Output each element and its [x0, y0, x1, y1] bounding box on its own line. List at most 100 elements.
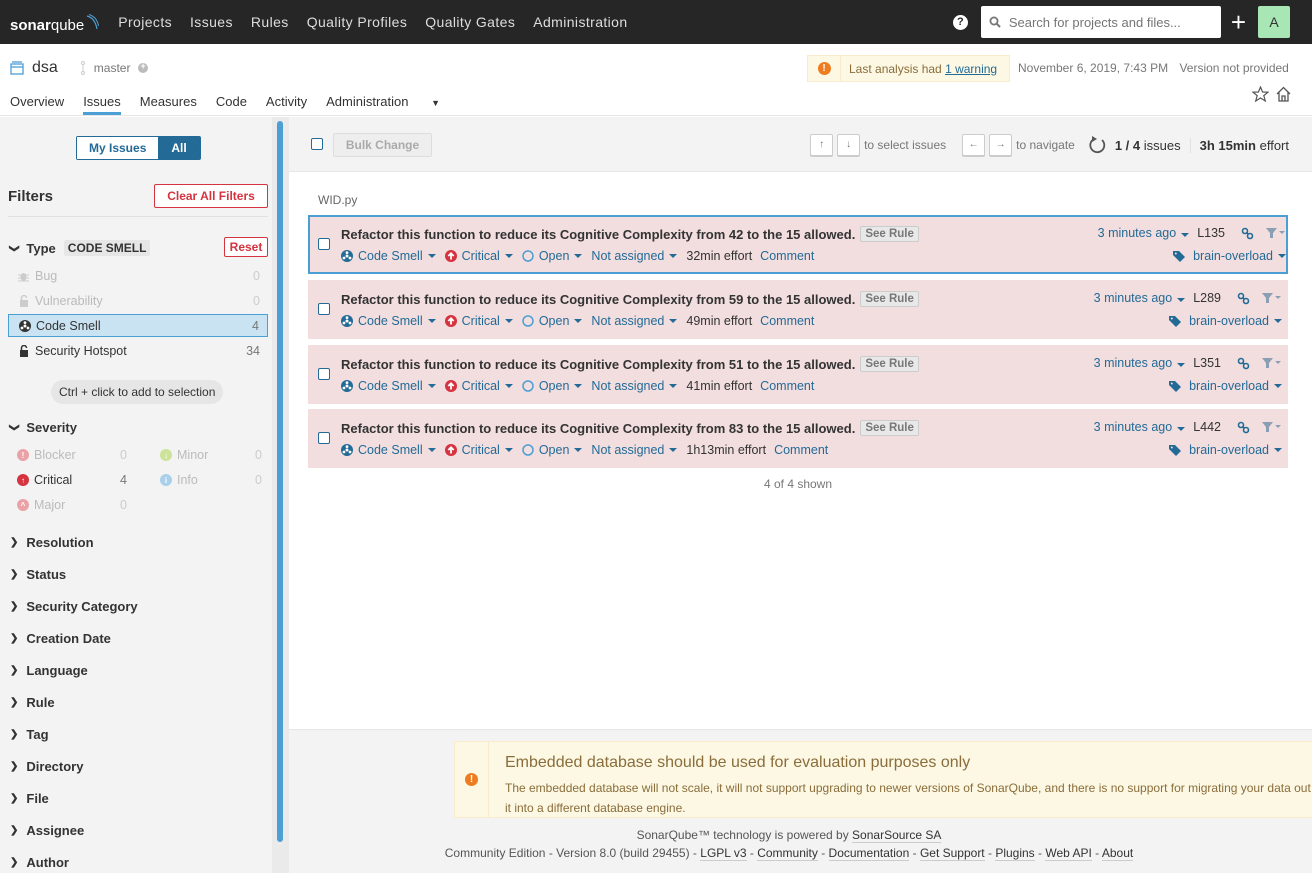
issue-checkbox[interactable]	[318, 368, 330, 380]
footer-link-community[interactable]: Community	[757, 846, 818, 861]
footer-link-web-api[interactable]: Web API	[1045, 846, 1092, 861]
issue-assignee-dropdown[interactable]: Not assigned	[591, 249, 678, 263]
issue-type-dropdown[interactable]: Code Smell	[341, 379, 436, 393]
nav-quality-gates[interactable]: Quality Gates	[416, 14, 524, 30]
footer-link-support[interactable]: Get Support	[919, 846, 985, 861]
issue-line[interactable]: L351	[1193, 356, 1221, 370]
sonarqube-logo[interactable]: sonar qube	[10, 10, 100, 34]
user-avatar[interactable]: A	[1258, 6, 1290, 38]
issue-status-dropdown[interactable]: Open	[522, 379, 583, 393]
nav-rules[interactable]: Rules	[242, 14, 298, 30]
severity-item-blocker[interactable]: ! Blocker 0	[17, 445, 137, 465]
reload-icon[interactable]	[1089, 135, 1107, 155]
tab-code[interactable]: Code	[216, 94, 247, 114]
issue-tags-dropdown[interactable]: brain-overload	[1169, 443, 1282, 457]
issue-checkbox[interactable]	[318, 238, 330, 250]
home-icon[interactable]	[1275, 86, 1292, 102]
select-all-checkbox[interactable]	[311, 138, 323, 150]
issue-severity-dropdown[interactable]: Critical	[444, 443, 513, 457]
facet-assignee[interactable]: ❯ Assignee	[10, 823, 84, 838]
filter-similar-icon[interactable]	[1262, 292, 1282, 304]
issue-message[interactable]: Refactor this function to reduce its Cog…	[341, 227, 855, 242]
footer-link-documentation[interactable]: Documentation	[828, 846, 910, 861]
issue-row[interactable]: Refactor this function to reduce its Cog…	[308, 345, 1288, 404]
filter-similar-icon[interactable]	[1262, 357, 1282, 369]
issue-tags-dropdown[interactable]: brain-overload	[1169, 314, 1282, 328]
issue-checkbox[interactable]	[318, 303, 330, 315]
issue-age-dropdown[interactable]: 3 minutes ago	[1094, 356, 1186, 370]
issue-line[interactable]: L289	[1193, 291, 1221, 305]
facet-creation-date[interactable]: ❯ Creation Date	[10, 631, 111, 646]
type-item-vulnerability[interactable]: Vulnerability 0	[8, 289, 268, 312]
tab-measures[interactable]: Measures	[140, 94, 197, 114]
facet-rule[interactable]: ❯ Rule	[10, 695, 55, 710]
warning-link[interactable]: 1 warning	[945, 62, 997, 76]
issue-type-dropdown[interactable]: Code Smell	[341, 249, 436, 263]
type-item-code-smell[interactable]: Code Smell 4	[8, 314, 268, 337]
facet-directory[interactable]: ❯ Directory	[10, 759, 83, 774]
see-rule-button[interactable]: See Rule	[860, 226, 919, 242]
issue-type-dropdown[interactable]: Code Smell	[341, 314, 436, 328]
facet-status[interactable]: ❯ Status	[10, 567, 66, 582]
issue-status-dropdown[interactable]: Open	[522, 249, 583, 263]
comment-button[interactable]: Comment	[760, 249, 814, 263]
tab-activity[interactable]: Activity	[266, 94, 307, 114]
clear-all-filters-button[interactable]: Clear All Filters	[154, 184, 268, 208]
severity-item-critical[interactable]: ↑ Critical 4	[17, 470, 137, 490]
see-rule-button[interactable]: See Rule	[860, 420, 919, 436]
permalink-icon[interactable]	[1241, 227, 1254, 240]
issue-row[interactable]: Refactor this function to reduce its Cog…	[308, 215, 1288, 274]
add-branch-icon[interactable]	[138, 61, 149, 73]
search-input[interactable]	[1006, 13, 1207, 31]
type-item-security-hotspot[interactable]: Security Hotspot 34	[8, 339, 268, 362]
facet-severity-header[interactable]: ❯ Severity	[9, 420, 77, 435]
permalink-icon[interactable]	[1237, 292, 1250, 305]
facet-security-category[interactable]: ❯ Security Category	[10, 599, 138, 614]
issue-age-dropdown[interactable]: 3 minutes ago	[1094, 420, 1186, 434]
facet-file[interactable]: ❯ File	[10, 791, 49, 806]
favorite-star-icon[interactable]	[1252, 86, 1269, 102]
filter-similar-icon[interactable]	[1266, 227, 1286, 239]
issue-checkbox[interactable]	[318, 432, 330, 444]
sonarsource-link[interactable]: SonarSource SA	[852, 828, 942, 843]
facet-type-header[interactable]: ❯ Type CODE SMELL	[9, 240, 151, 256]
nav-projects[interactable]: Projects	[109, 14, 181, 30]
permalink-icon[interactable]	[1237, 357, 1250, 370]
see-rule-button[interactable]: See Rule	[860, 356, 919, 372]
severity-item-minor[interactable]: ↓ Minor 0	[160, 445, 280, 465]
nav-quality-profiles[interactable]: Quality Profiles	[298, 14, 417, 30]
footer-link-plugins[interactable]: Plugins	[995, 846, 1035, 861]
nav-issues[interactable]: Issues	[181, 14, 242, 30]
issue-severity-dropdown[interactable]: Critical	[444, 314, 513, 328]
issue-assignee-dropdown[interactable]: Not assigned	[591, 379, 678, 393]
issue-line[interactable]: L442	[1193, 420, 1221, 434]
reset-type-button[interactable]: Reset	[224, 237, 268, 257]
tab-issues[interactable]: Issues	[83, 94, 121, 115]
facet-tag[interactable]: ❯ Tag	[10, 727, 49, 742]
facet-resolution[interactable]: ❯ Resolution	[10, 535, 94, 550]
help-icon[interactable]: ?	[952, 14, 968, 30]
permalink-icon[interactable]	[1237, 421, 1250, 434]
severity-item-info[interactable]: i Info 0	[160, 470, 280, 490]
comment-button[interactable]: Comment	[760, 314, 814, 328]
issue-status-dropdown[interactable]: Open	[522, 443, 583, 457]
issue-tags-dropdown[interactable]: brain-overload	[1173, 249, 1286, 263]
footer-link-license[interactable]: LGPL v3	[700, 846, 747, 861]
facet-language[interactable]: ❯ Language	[10, 663, 88, 678]
issue-tags-dropdown[interactable]: brain-overload	[1169, 379, 1282, 393]
severity-item-major[interactable]: ^ Major 0	[17, 495, 137, 515]
tab-overview[interactable]: Overview	[10, 94, 64, 114]
all-issues-button[interactable]: All	[158, 137, 200, 159]
create-plus-icon[interactable]: +	[1231, 9, 1246, 35]
branch-name[interactable]: master	[94, 61, 131, 75]
issue-severity-dropdown[interactable]: Critical	[444, 379, 513, 393]
facet-author[interactable]: ❯ Author	[10, 855, 69, 870]
type-item-bug[interactable]: Bug 0	[8, 264, 268, 287]
comment-button[interactable]: Comment	[774, 443, 828, 457]
issue-age-dropdown[interactable]: 3 minutes ago	[1098, 226, 1190, 240]
issue-assignee-dropdown[interactable]: Not assigned	[591, 314, 678, 328]
issue-row[interactable]: Refactor this function to reduce its Cog…	[308, 409, 1288, 468]
search-box[interactable]	[980, 6, 1221, 38]
issue-status-dropdown[interactable]: Open	[522, 314, 583, 328]
see-rule-button[interactable]: See Rule	[860, 291, 919, 307]
